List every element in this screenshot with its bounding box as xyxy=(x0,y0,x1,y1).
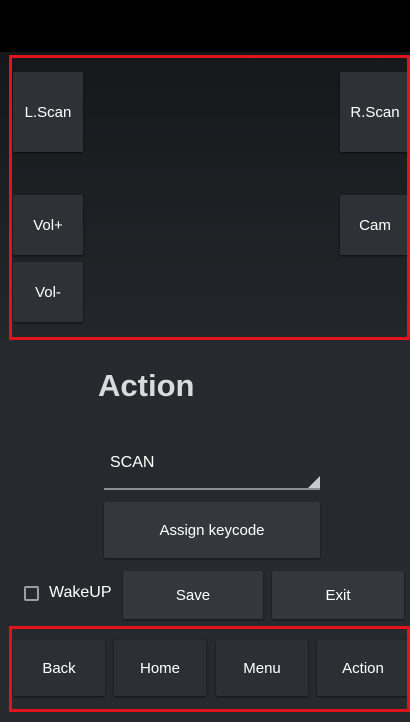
menu-button[interactable]: Menu xyxy=(216,640,308,696)
dropdown-arrow-icon xyxy=(308,476,320,488)
checkbox-box[interactable] xyxy=(24,585,39,601)
volume-down-button[interactable]: Vol- xyxy=(13,262,83,322)
status-bar xyxy=(0,0,410,52)
left-scan-button[interactable]: L.Scan xyxy=(13,72,83,152)
save-button[interactable]: Save xyxy=(123,571,263,619)
wakeup-checkbox[interactable]: WakeUP xyxy=(24,584,112,602)
keycode-select[interactable]: SCAN xyxy=(104,450,320,490)
page-title: Action xyxy=(98,368,195,403)
keycode-select-value: SCAN xyxy=(110,454,155,471)
assign-keycode-button[interactable]: Assign keycode xyxy=(104,502,320,558)
wakeup-label: WakeUP xyxy=(49,584,112,601)
back-button[interactable]: Back xyxy=(13,640,105,696)
volume-up-button[interactable]: Vol+ xyxy=(13,195,83,255)
camera-button[interactable]: Cam xyxy=(340,195,410,255)
exit-button[interactable]: Exit xyxy=(272,571,404,619)
right-scan-button[interactable]: R.Scan xyxy=(340,72,410,152)
home-button[interactable]: Home xyxy=(114,640,206,696)
action-button[interactable]: Action xyxy=(317,640,409,696)
